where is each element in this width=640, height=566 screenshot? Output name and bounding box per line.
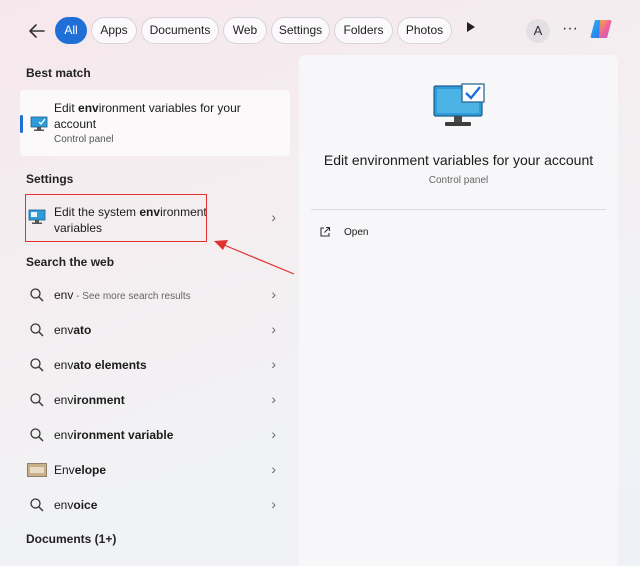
- search-icon: [29, 392, 45, 408]
- web-result-label: Envelope: [54, 463, 107, 477]
- web-result[interactable]: envato ›: [20, 314, 290, 346]
- tab-photos[interactable]: Photos: [397, 17, 452, 44]
- web-result-label: environment variable: [54, 428, 174, 442]
- tab-web[interactable]: Web: [223, 17, 267, 44]
- copilot-icon[interactable]: [588, 16, 614, 42]
- web-result-label: envato elements: [54, 358, 147, 372]
- section-search-web: Search the web: [26, 255, 115, 269]
- detail-title: Edit environment variables for your acco…: [323, 152, 594, 168]
- web-result-label: envoice: [54, 498, 98, 512]
- tab-settings[interactable]: Settings: [271, 17, 330, 44]
- envelope-thumbnail-icon: [27, 463, 47, 477]
- best-match-title: Edit environment variables for your acco…: [54, 101, 241, 131]
- divider: [311, 209, 606, 210]
- play-icon[interactable]: [467, 22, 475, 32]
- back-arrow-icon[interactable]: [24, 18, 50, 44]
- chevron-right-icon[interactable]: ›: [271, 496, 276, 512]
- chevron-right-icon[interactable]: ›: [271, 356, 276, 372]
- detail-subtitle: Control panel: [428, 175, 489, 186]
- web-result[interactable]: environment ›: [20, 384, 290, 416]
- chevron-right-icon[interactable]: ›: [271, 426, 276, 442]
- web-result-label: envato: [54, 323, 92, 337]
- web-result[interactable]: environment variable ›: [20, 419, 290, 451]
- chevron-right-icon[interactable]: ›: [271, 391, 276, 407]
- selection-accent: [20, 115, 23, 133]
- search-icon: [29, 427, 45, 443]
- web-result[interactable]: envato elements ›: [20, 349, 290, 381]
- web-result[interactable]: Envelope ›: [20, 454, 290, 486]
- web-result-label: environment: [54, 393, 125, 407]
- section-documents: Documents (1+): [26, 532, 117, 546]
- web-result[interactable]: env - See more search results ›: [20, 279, 290, 311]
- highlight-box: [25, 194, 207, 242]
- best-match-result[interactable]: Edit environment variables for your acco…: [20, 90, 290, 156]
- control-panel-large-icon: [432, 83, 486, 131]
- tab-apps[interactable]: Apps: [91, 17, 137, 44]
- search-icon: [29, 357, 45, 373]
- search-icon: [29, 322, 45, 338]
- open-external-icon: [319, 226, 331, 238]
- chevron-right-icon[interactable]: ›: [271, 461, 276, 477]
- control-panel-icon: [30, 116, 48, 132]
- search-icon: [29, 287, 45, 303]
- web-result-label: env - See more search results: [54, 288, 191, 302]
- search-filter-bar: All Apps Documents Web Settings Folders …: [0, 0, 640, 60]
- web-result[interactable]: envoice ›: [20, 489, 290, 521]
- tab-documents[interactable]: Documents: [141, 17, 219, 44]
- chevron-right-icon[interactable]: ›: [271, 209, 276, 225]
- search-icon: [29, 497, 45, 513]
- section-best-match: Best match: [26, 66, 91, 80]
- chevron-right-icon[interactable]: ›: [271, 321, 276, 337]
- best-match-subtitle: Control panel: [54, 134, 114, 145]
- section-settings: Settings: [26, 172, 74, 186]
- result-detail-panel: Edit environment variables for your acco…: [299, 55, 618, 566]
- tab-folders[interactable]: Folders: [334, 17, 393, 44]
- more-options-button[interactable]: ···: [560, 18, 580, 42]
- account-avatar[interactable]: A: [526, 19, 550, 43]
- open-label: Open: [344, 227, 369, 238]
- tab-all[interactable]: All: [55, 17, 87, 44]
- chevron-right-icon[interactable]: ›: [271, 286, 276, 302]
